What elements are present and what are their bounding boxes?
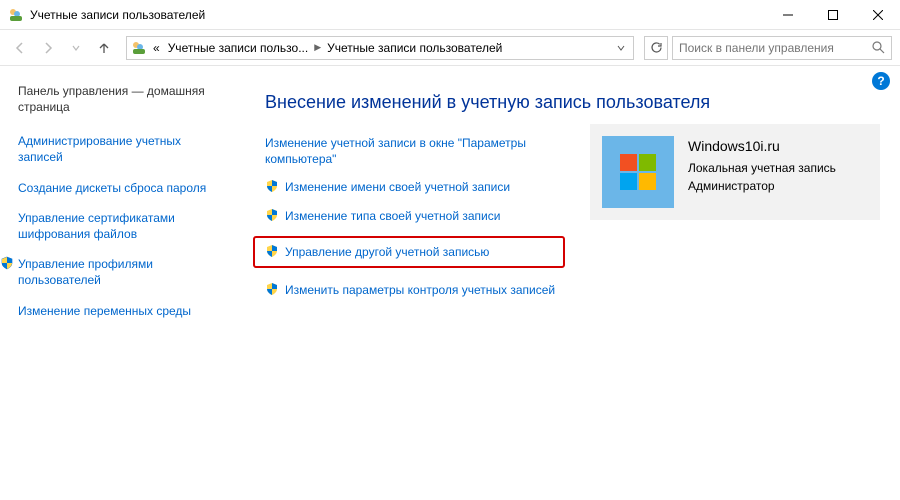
action-change-uac[interactable]: Изменить параметры контроля учетных запи…	[265, 282, 565, 298]
control-panel-home-link[interactable]: Панель управления — домашняя страница	[18, 84, 225, 115]
sidebar-link-manage-profiles[interactable]: Управление профилями пользователей	[18, 256, 225, 288]
forward-button[interactable]	[36, 36, 60, 60]
action-manage-another-account[interactable]: Управление другой учетной записью	[253, 236, 565, 268]
refresh-button[interactable]	[644, 36, 668, 60]
user-role: Администратор	[688, 177, 836, 195]
app-icon	[8, 7, 24, 23]
action-list: Изменение учетной записи в окне "Парамет…	[265, 135, 565, 298]
search-box[interactable]	[672, 36, 892, 60]
sidebar-link-env-vars[interactable]: Изменение переменных среды	[18, 303, 225, 319]
shield-icon	[265, 208, 279, 222]
breadcrumb-item-1[interactable]: Учетные записи пользо...	[166, 41, 311, 55]
breadcrumb-prefix[interactable]: «	[151, 41, 162, 55]
up-button[interactable]	[92, 36, 116, 60]
shield-icon	[265, 179, 279, 193]
shield-icon	[0, 256, 14, 270]
sidebar-link-admin-accounts[interactable]: Администрирование учетных записей	[18, 133, 225, 165]
user-name: Windows10i.ru	[688, 136, 836, 157]
sidebar: Панель управления — домашняя страница Ад…	[0, 66, 235, 500]
action-change-type[interactable]: Изменение типа своей учетной записи	[265, 208, 565, 224]
user-info: Windows10i.ru Локальная учетная запись А…	[688, 136, 836, 208]
windows-logo-icon	[620, 154, 656, 190]
search-input[interactable]	[679, 41, 872, 55]
user-account-type: Локальная учетная запись	[688, 159, 836, 177]
window-title: Учетные записи пользователей	[30, 8, 765, 22]
user-avatar	[602, 136, 674, 208]
location-icon	[131, 40, 147, 56]
action-change-name[interactable]: Изменение имени своей учетной записи	[265, 179, 565, 195]
breadcrumb-item-2[interactable]: Учетные записи пользователей	[325, 41, 504, 55]
action-change-in-pc-settings[interactable]: Изменение учетной записи в окне "Парамет…	[265, 135, 565, 167]
maximize-button[interactable]	[810, 0, 855, 30]
recent-locations-button[interactable]	[64, 36, 88, 60]
address-dropdown[interactable]	[613, 44, 629, 52]
window-controls	[765, 0, 900, 30]
sidebar-link-password-reset-disk[interactable]: Создание дискеты сброса пароля	[18, 180, 225, 196]
page-title: Внесение изменений в учетную запись поль…	[265, 92, 880, 113]
content-area: ? Панель управления — домашняя страница …	[0, 66, 900, 500]
shield-icon	[265, 244, 279, 258]
main-panel: Внесение изменений в учетную запись поль…	[235, 66, 900, 500]
toolbar: « Учетные записи пользо... ▶ Учетные зап…	[0, 30, 900, 66]
user-card: Windows10i.ru Локальная учетная запись А…	[590, 124, 880, 220]
close-button[interactable]	[855, 0, 900, 30]
sidebar-link-manage-certificates[interactable]: Управление сертификатами шифрования файл…	[18, 210, 225, 242]
back-button[interactable]	[8, 36, 32, 60]
minimize-button[interactable]	[765, 0, 810, 30]
titlebar: Учетные записи пользователей	[0, 0, 900, 30]
shield-icon	[265, 282, 279, 296]
address-bar[interactable]: « Учетные записи пользо... ▶ Учетные зап…	[126, 36, 634, 60]
chevron-right-icon: ▶	[314, 42, 321, 53]
search-icon	[872, 41, 885, 54]
